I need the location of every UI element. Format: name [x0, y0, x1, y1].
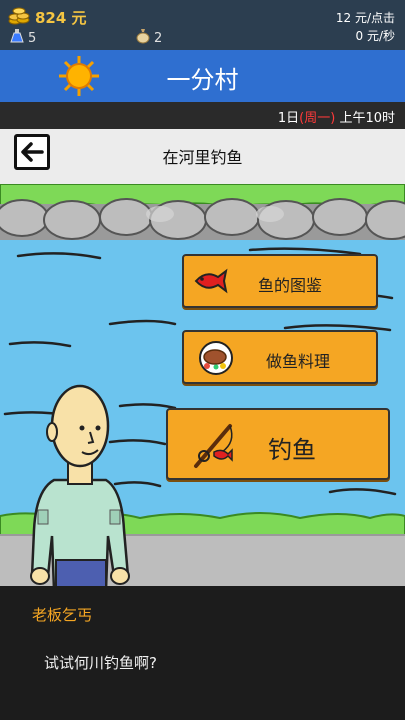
gold-coins-icon	[8, 5, 30, 29]
income-per-second: 0 元/秒	[355, 29, 396, 43]
go-fishing-label: 钓鱼	[268, 436, 316, 464]
time-label: 上午10时	[339, 111, 395, 126]
cook-fish-button[interactable]: 做鱼料理	[182, 330, 378, 384]
gold-display: 824 元	[8, 5, 87, 29]
bag-count: 2	[154, 30, 163, 46]
back-button[interactable]	[14, 134, 50, 170]
date-time: 1日(周一) 上午10时	[278, 107, 395, 126]
potion-icon	[10, 28, 24, 48]
potion-display: 5	[10, 28, 36, 48]
scene-header: 在河里钓鱼	[0, 129, 405, 184]
red-fish-icon	[192, 268, 228, 298]
back-arrow-icon	[20, 141, 44, 167]
dialog-box[interactable]: 老板乞丐 试试何川钓鱼啊?	[0, 586, 405, 720]
fish-dish-icon	[198, 340, 234, 380]
dialog-text: 试试何川钓鱼啊?	[44, 654, 157, 672]
fishing-rod-icon	[190, 422, 240, 474]
fish-guide-label: 鱼的图鉴	[258, 276, 323, 295]
river-scene: 鱼的图鉴 做鱼料理 钓鱼	[0, 184, 405, 586]
status-bar: 824 元 5 2 12 元/点击 0 元/秒	[0, 0, 405, 50]
fish-guide-button[interactable]: 鱼的图鉴	[182, 254, 378, 308]
village-title: 一分村	[166, 66, 239, 94]
scene-title: 在河里钓鱼	[162, 148, 243, 167]
go-fishing-button[interactable]: 钓鱼	[166, 408, 390, 480]
date-bar: 1日(周一) 上午10时	[0, 102, 405, 129]
weekday-label: (周一)	[299, 111, 336, 126]
gold-amount: 824 元	[35, 8, 87, 27]
day-label: 1日	[277, 111, 300, 126]
income-per-click: 12 元/点击	[335, 11, 395, 25]
potion-count: 5	[28, 30, 37, 46]
speaker-name: 老板乞丐	[32, 606, 93, 624]
bag-display: 2	[136, 28, 162, 48]
title-bar: 一分村	[0, 50, 405, 102]
money-bag-icon	[136, 28, 150, 48]
cook-fish-label: 做鱼料理	[266, 352, 331, 371]
beggar-character	[30, 384, 130, 586]
